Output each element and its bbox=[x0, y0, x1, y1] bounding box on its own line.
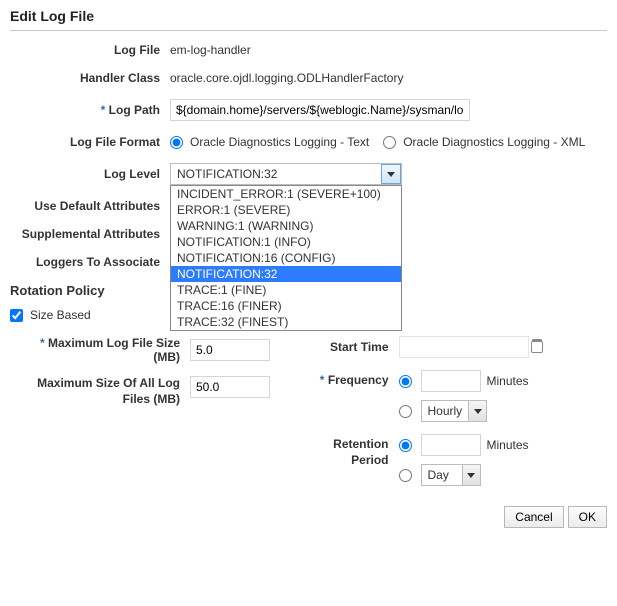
label-log-file: Log File bbox=[10, 43, 170, 57]
log-level-option[interactable]: NOTIFICATION:16 (CONFIG) bbox=[171, 250, 401, 266]
frequency-select-arrow[interactable] bbox=[468, 401, 486, 421]
row-log-file: Log File em-log-handler bbox=[10, 43, 607, 57]
radio-retention-select[interactable] bbox=[399, 469, 412, 482]
dialog-title: Edit Log File bbox=[10, 8, 607, 24]
label-retention-period: Retention Period bbox=[309, 434, 399, 468]
chevron-down-icon bbox=[474, 409, 482, 414]
radio-format-xml-input[interactable] bbox=[383, 136, 396, 149]
label-start-time: Start Time bbox=[309, 340, 399, 354]
log-level-option[interactable]: WARNING:1 (WARNING) bbox=[171, 218, 401, 234]
label-log-path: Log Path bbox=[10, 103, 170, 117]
retention-select[interactable]: Day bbox=[421, 464, 481, 486]
retention-select-text: Day bbox=[422, 468, 462, 482]
label-frequency: Frequency bbox=[309, 370, 399, 387]
log-level-option[interactable]: TRACE:32 (FINEST) bbox=[171, 314, 401, 330]
radio-format-text-input[interactable] bbox=[170, 136, 183, 149]
chevron-down-icon bbox=[467, 473, 475, 478]
log-level-select[interactable]: NOTIFICATION:32 INCIDENT_ERROR:1 (SEVERE… bbox=[170, 163, 402, 185]
frequency-minutes-unit: Minutes bbox=[487, 374, 529, 388]
retention-minutes-input[interactable] bbox=[421, 434, 481, 456]
radio-format-text-label: Oracle Diagnostics Logging - Text bbox=[190, 135, 369, 149]
label-loggers-to-associate: Loggers To Associate bbox=[10, 255, 170, 269]
value-log-file: em-log-handler bbox=[170, 43, 607, 57]
log-level-selected-text: NOTIFICATION:32 bbox=[171, 167, 283, 181]
frequency-select[interactable]: Hourly bbox=[421, 400, 488, 422]
frequency-minutes-input[interactable] bbox=[421, 370, 481, 392]
checkbox-size-based-label: Size Based bbox=[30, 308, 91, 322]
log-level-option-selected[interactable]: NOTIFICATION:32 bbox=[171, 266, 401, 282]
label-handler-class: Handler Class bbox=[10, 71, 170, 85]
log-level-option[interactable]: TRACE:16 (FINER) bbox=[171, 298, 401, 314]
max-log-file-size-input[interactable] bbox=[190, 339, 270, 361]
log-level-option[interactable]: NOTIFICATION:1 (INFO) bbox=[171, 234, 401, 250]
log-path-input[interactable] bbox=[170, 99, 470, 121]
value-handler-class: oracle.core.ojdl.logging.ODLHandlerFacto… bbox=[170, 71, 607, 85]
row-handler-class: Handler Class oracle.core.ojdl.logging.O… bbox=[10, 71, 607, 85]
radio-frequency-select[interactable] bbox=[399, 405, 412, 418]
divider bbox=[10, 30, 607, 31]
calendar-icon[interactable] bbox=[529, 339, 545, 355]
radio-format-xml[interactable]: Oracle Diagnostics Logging - XML bbox=[383, 135, 585, 149]
label-max-log-file-size: Maximum Log File Size (MB) bbox=[10, 336, 190, 364]
label-log-level: Log Level bbox=[10, 167, 170, 181]
row-log-path: Log Path bbox=[10, 99, 607, 121]
max-all-log-files-input[interactable] bbox=[190, 376, 270, 398]
log-level-dropdown-list[interactable]: INCIDENT_ERROR:1 (SEVERE+100) ERROR:1 (S… bbox=[170, 185, 402, 331]
retention-select-arrow[interactable] bbox=[462, 465, 480, 485]
radio-retention-minutes[interactable] bbox=[399, 439, 412, 452]
label-log-file-format: Log File Format bbox=[10, 135, 170, 149]
row-log-level: Log Level NOTIFICATION:32 INCIDENT_ERROR… bbox=[10, 163, 607, 185]
checkbox-size-based-input[interactable] bbox=[10, 309, 23, 322]
log-level-dropdown-button[interactable] bbox=[381, 164, 401, 184]
retention-minutes-unit: Minutes bbox=[487, 438, 529, 452]
label-use-default-attributes: Use Default Attributes bbox=[10, 199, 170, 213]
start-time-input[interactable] bbox=[399, 336, 529, 358]
radio-frequency-minutes[interactable] bbox=[399, 375, 412, 388]
dialog-footer: Cancel OK bbox=[10, 506, 607, 528]
frequency-select-text: Hourly bbox=[422, 404, 469, 418]
row-log-file-format: Log File Format Oracle Diagnostics Loggi… bbox=[10, 135, 607, 149]
ok-button[interactable]: OK bbox=[568, 506, 607, 528]
label-supplemental-attributes: Supplemental Attributes bbox=[10, 227, 170, 241]
radio-format-xml-label: Oracle Diagnostics Logging - XML bbox=[403, 135, 585, 149]
log-level-option[interactable]: INCIDENT_ERROR:1 (SEVERE+100) bbox=[171, 186, 401, 202]
log-level-option[interactable]: TRACE:1 (FINE) bbox=[171, 282, 401, 298]
log-level-option[interactable]: ERROR:1 (SEVERE) bbox=[171, 202, 401, 218]
chevron-down-icon bbox=[387, 172, 395, 177]
rotation-time-based-col: Time Based Start Time Frequency Minutes … bbox=[309, 308, 608, 498]
cancel-button[interactable]: Cancel bbox=[504, 506, 563, 528]
label-max-all-log-files: Maximum Size Of All Log Files (MB) bbox=[10, 376, 190, 407]
radio-format-text[interactable]: Oracle Diagnostics Logging - Text bbox=[170, 135, 369, 149]
